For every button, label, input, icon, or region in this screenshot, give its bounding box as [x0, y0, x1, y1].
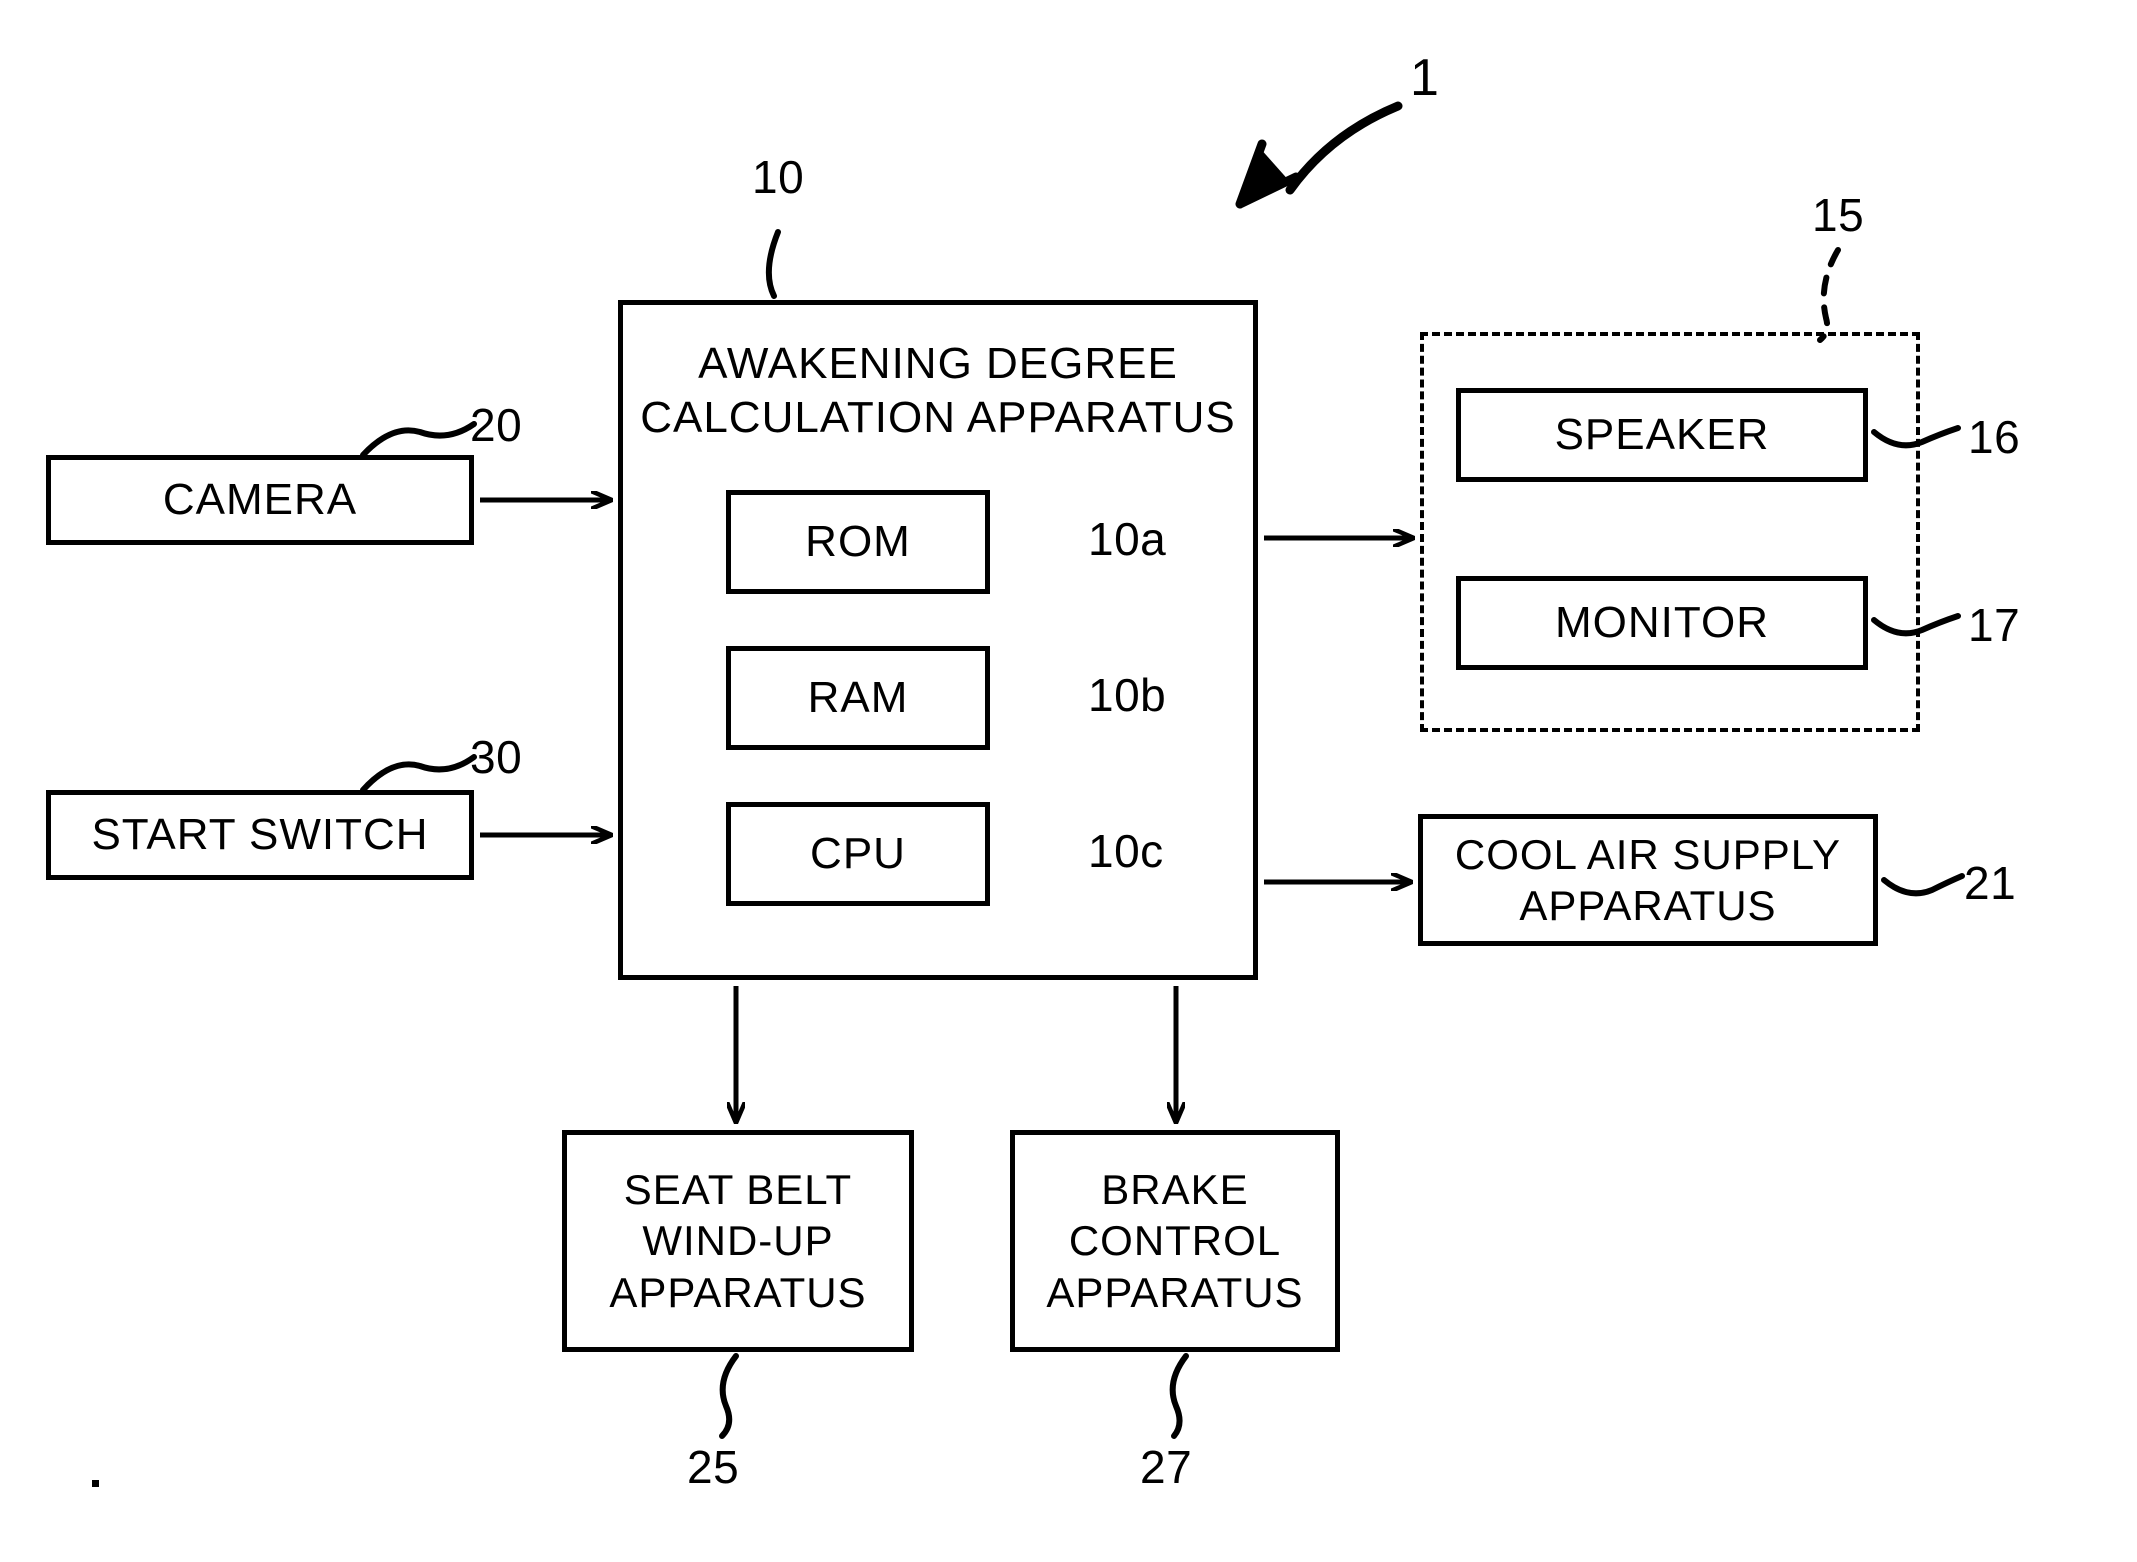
- reference-numeral-10b: 10b: [1088, 669, 1167, 721]
- reference-numeral-30: 30: [470, 731, 523, 783]
- reference-numeral-25: 25: [687, 1441, 740, 1493]
- camera-box[interactable]: CAMERA: [46, 455, 480, 551]
- seat-belt-wind-up-apparatus-label: SEAT BELT WIND-UP APPARATUS: [609, 1166, 867, 1316]
- reference-numeral-1: 1: [1410, 49, 1440, 107]
- reference-numeral-10: 10: [752, 151, 805, 203]
- brake-control-apparatus-label: BRAKE CONTROL APPARATUS: [1046, 1166, 1304, 1316]
- cool-air-supply-apparatus-box[interactable]: COOL AIR SUPPLY APPARATUS: [1418, 814, 1884, 952]
- brake-control-apparatus-box[interactable]: BRAKE CONTROL APPARATUS: [1010, 1130, 1346, 1358]
- reference-numeral-21: 21: [1964, 857, 2017, 909]
- figure-canvas: AWAKENING DEGREE CALCULATION APPARATUS R…: [0, 0, 2137, 1562]
- leader-30: [360, 754, 477, 793]
- reference-numeral-27: 27: [1140, 1441, 1193, 1493]
- reference-numeral-10c: 10c: [1088, 825, 1164, 877]
- leader-15: [1817, 247, 1841, 343]
- speaker-box[interactable]: SPEAKER: [1456, 388, 1874, 488]
- page-corner-mark: [92, 1480, 99, 1487]
- awakening-degree-calculation-apparatus-label: AWAKENING DEGREE CALCULATION APPARATUS: [640, 339, 1236, 442]
- ram-box[interactable]: RAM: [726, 646, 996, 756]
- system-ref-arrow: [1285, 101, 1403, 195]
- reference-numeral-15: 15: [1812, 189, 1865, 241]
- reference-numeral-10a: 10a: [1088, 513, 1167, 565]
- reference-numeral-17: 17: [1968, 599, 2021, 651]
- leader-10: [765, 229, 781, 299]
- monitor-label: MONITOR: [1555, 598, 1769, 648]
- monitor-box[interactable]: MONITOR: [1456, 576, 1874, 676]
- camera-label: CAMERA: [162, 475, 358, 525]
- leader-27: [1169, 1353, 1189, 1439]
- start-switch-box[interactable]: START SWITCH: [46, 790, 480, 886]
- speaker-label: SPEAKER: [1554, 410, 1770, 460]
- leader-20: [360, 421, 477, 458]
- reference-numeral-20: 20: [470, 399, 523, 451]
- rom-box[interactable]: ROM: [726, 490, 996, 600]
- cpu-label: CPU: [810, 829, 906, 879]
- start-switch-label: START SWITCH: [91, 810, 429, 860]
- leader-25: [719, 1353, 739, 1439]
- ram-label: RAM: [807, 673, 909, 723]
- rom-label: ROM: [805, 517, 911, 567]
- leader-21: [1881, 873, 1965, 897]
- seat-belt-wind-up-apparatus-box[interactable]: SEAT BELT WIND-UP APPARATUS: [562, 1130, 920, 1358]
- reference-numeral-16: 16: [1968, 411, 2021, 463]
- cool-air-supply-apparatus-label: COOL AIR SUPPLY APPARATUS: [1454, 830, 1842, 929]
- cpu-box[interactable]: CPU: [726, 802, 996, 912]
